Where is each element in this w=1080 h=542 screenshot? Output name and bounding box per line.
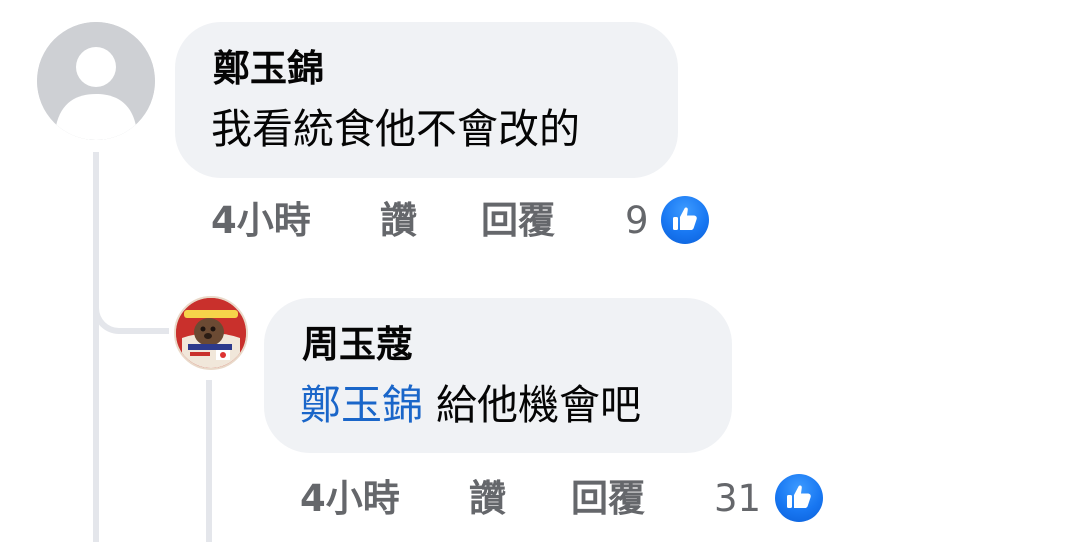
comment-text: 鄭玉錦 給他機會吧 bbox=[300, 385, 641, 426]
comment-timestamp[interactable]: 4小時 bbox=[300, 480, 400, 517]
comment-author[interactable]: 周玉蔻 bbox=[302, 326, 413, 363]
thumbs-up-icon[interactable] bbox=[661, 196, 709, 244]
like-button[interactable]: 讚 bbox=[380, 202, 417, 239]
profile-photo-icon bbox=[176, 298, 246, 368]
thread-reply-connector bbox=[93, 300, 169, 334]
mention-link[interactable]: 鄭玉錦 bbox=[300, 381, 423, 429]
comment-author[interactable]: 鄭玉錦 bbox=[213, 50, 324, 87]
comment-text-body: 給他機會吧 bbox=[436, 381, 642, 429]
reaction-count[interactable]: 31 bbox=[714, 480, 761, 517]
comment-thread: 鄭玉錦 我看統食他不會改的 4小時 讚 回覆 9 周玉蔻 鄭玉錦 給他機會吧 4… bbox=[0, 0, 1080, 542]
like-button[interactable]: 讚 bbox=[469, 480, 506, 517]
reply-button[interactable]: 回覆 bbox=[481, 202, 555, 239]
comment-bubble: 周玉蔻 鄭玉錦 給他機會吧 bbox=[264, 298, 732, 453]
comment-actions: 4小時 讚 回覆 31 bbox=[300, 474, 830, 524]
default-profile-silhouette-icon bbox=[37, 22, 155, 140]
avatar[interactable] bbox=[174, 296, 248, 370]
reply-button[interactable]: 回覆 bbox=[571, 480, 645, 517]
thread-line-reply bbox=[206, 380, 212, 542]
reaction-count[interactable]: 9 bbox=[625, 202, 649, 239]
thread-line bbox=[93, 152, 99, 542]
comment-text: 我看統食他不會改的 bbox=[211, 105, 580, 153]
comment-actions: 4小時 讚 回覆 9 bbox=[211, 196, 721, 246]
comment-timestamp[interactable]: 4小時 bbox=[211, 202, 311, 239]
comment-bubble: 鄭玉錦 我看統食他不會改的 bbox=[175, 22, 678, 178]
thumbs-up-icon[interactable] bbox=[775, 474, 823, 522]
avatar[interactable] bbox=[37, 22, 155, 140]
